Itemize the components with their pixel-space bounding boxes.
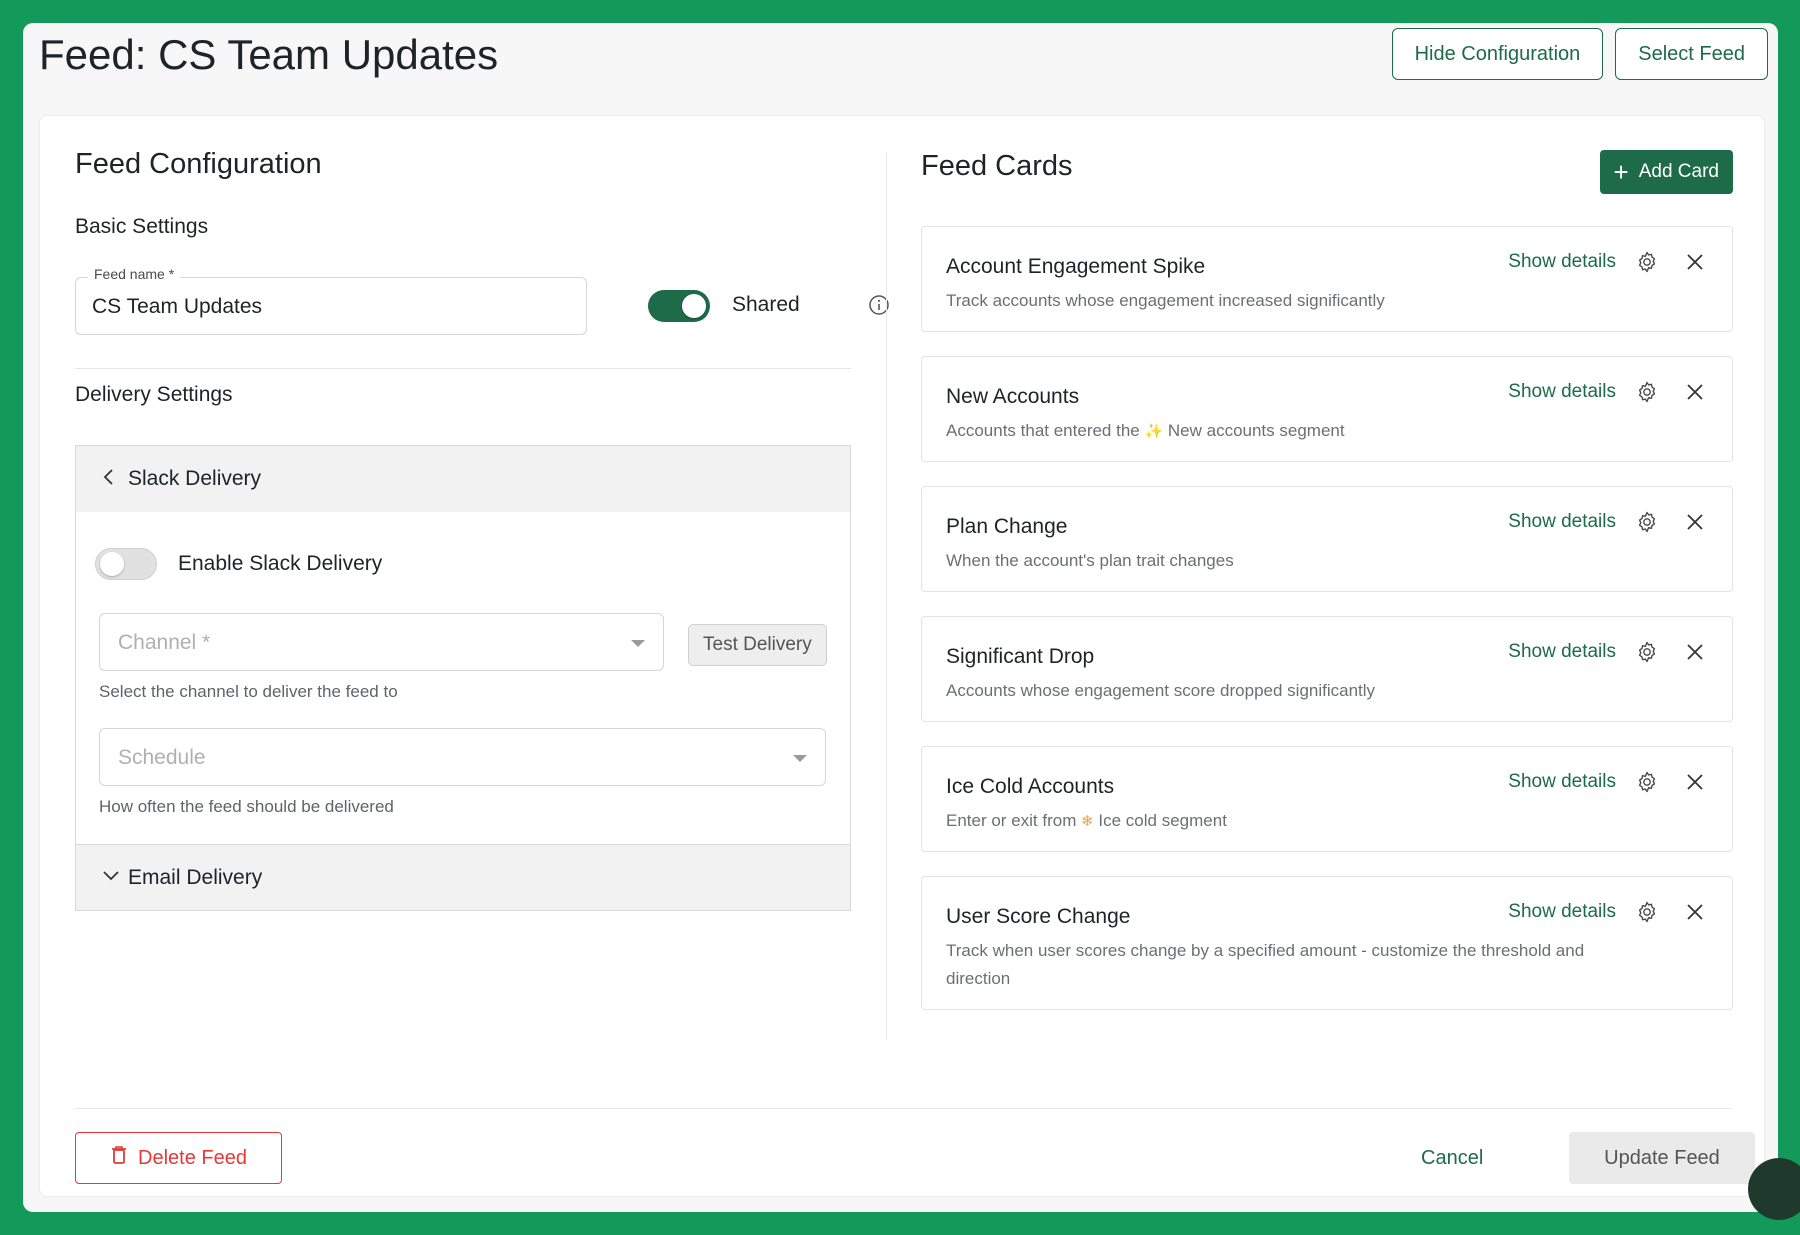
toggle-knob bbox=[100, 552, 124, 576]
feed-card: Ice Cold Accounts Enter or exit from ❄ Ic… bbox=[921, 746, 1733, 852]
feed-card: Account Engagement Spike Track accounts w… bbox=[921, 226, 1733, 332]
delete-feed-button[interactable]: Delete Feed bbox=[75, 1132, 282, 1184]
segment-icon: ✨ bbox=[1144, 423, 1164, 440]
show-details-link[interactable]: Show details bbox=[1508, 901, 1616, 923]
description-text: Accounts that entered the bbox=[946, 421, 1145, 440]
channel-helper-text: Select the channel to deliver the feed t… bbox=[99, 682, 398, 701]
feed-card-actions: Show details bbox=[1508, 375, 1712, 409]
feed-name-input[interactable]: CS Team Updates bbox=[92, 295, 262, 319]
feed-card-title: Account Engagement Spike bbox=[946, 255, 1206, 278]
email-delivery-title: Email Delivery bbox=[128, 865, 263, 889]
column-divider bbox=[886, 152, 887, 1040]
delivery-accordion: Slack Delivery Enable Slack Delivery Cha… bbox=[75, 445, 851, 911]
toggle-knob bbox=[682, 294, 706, 318]
channel-placeholder: Channel * bbox=[118, 631, 211, 654]
show-details-link[interactable]: Show details bbox=[1508, 641, 1616, 663]
feed-card: Plan Change When the account's plan trait… bbox=[921, 486, 1733, 592]
gear-icon[interactable] bbox=[1630, 635, 1664, 669]
slack-delivery-header[interactable]: Slack Delivery bbox=[76, 446, 850, 512]
update-feed-button[interactable]: Update Feed bbox=[1569, 1132, 1755, 1184]
gear-icon[interactable] bbox=[1630, 765, 1664, 799]
schedule-placeholder: Schedule bbox=[118, 746, 206, 769]
feed-card-description: Accounts whose engagement score dropped … bbox=[946, 681, 1376, 700]
email-delivery-header[interactable]: Email Delivery bbox=[76, 844, 850, 910]
feed-card-title: Significant Drop bbox=[946, 645, 1095, 668]
basic-settings-heading: Basic Settings bbox=[75, 215, 209, 238]
schedule-helper-text: How often the feed should be delivered bbox=[99, 797, 394, 816]
show-details-link[interactable]: Show details bbox=[1508, 511, 1616, 533]
description-text: New accounts segment bbox=[1163, 421, 1345, 440]
add-card-label: Add Card bbox=[1638, 161, 1719, 182]
close-icon[interactable] bbox=[1678, 895, 1712, 929]
feed-name-field[interactable]: Feed name * CS Team Updates bbox=[75, 266, 587, 335]
footer-divider bbox=[75, 1108, 1731, 1109]
feed-card-description: When the account's plan trait changes bbox=[946, 551, 1234, 570]
show-details-link[interactable]: Show details bbox=[1508, 251, 1616, 273]
slack-delivery-title: Slack Delivery bbox=[128, 467, 262, 490]
close-icon[interactable] bbox=[1678, 245, 1712, 279]
shared-label: Shared bbox=[732, 293, 800, 316]
feed-card-actions: Show details bbox=[1508, 895, 1712, 929]
feed-card-title: User Score Change bbox=[946, 905, 1131, 928]
show-details-link[interactable]: Show details bbox=[1508, 381, 1616, 403]
feed-card: New Accounts Accounts that entered the ✨ … bbox=[921, 356, 1733, 462]
description-text: Ice cold segment bbox=[1093, 811, 1227, 830]
feed-card-actions: Show details bbox=[1508, 765, 1712, 799]
test-delivery-button[interactable]: Test Delivery bbox=[688, 624, 827, 666]
trash-icon bbox=[110, 1145, 128, 1171]
feed-card-title: Ice Cold Accounts bbox=[946, 775, 1115, 798]
feed-card-actions: Show details bbox=[1508, 245, 1712, 279]
feed-card-description: Track accounts whose engagement increase… bbox=[946, 291, 1385, 310]
add-card-button[interactable]: + Add Card bbox=[1599, 150, 1733, 194]
delivery-settings-heading: Delivery Settings bbox=[75, 383, 233, 406]
close-icon[interactable] bbox=[1678, 635, 1712, 669]
gear-icon[interactable] bbox=[1630, 375, 1664, 409]
close-icon[interactable] bbox=[1678, 375, 1712, 409]
chevron-down-icon bbox=[102, 867, 128, 888]
caret-down-icon bbox=[793, 755, 807, 762]
feed-card: Significant Drop Accounts whose engagemen… bbox=[921, 616, 1733, 722]
channel-select[interactable]: Channel * bbox=[99, 613, 664, 671]
feed-editor-panel: Feed Configuration Basic Settings Feed n… bbox=[39, 115, 1765, 1197]
hide-configuration-button[interactable]: Hide Configuration bbox=[1391, 28, 1604, 80]
plus-icon: + bbox=[1613, 157, 1629, 187]
feed-card-description: Enter or exit from ❄ Ice cold segment bbox=[946, 807, 1626, 836]
chevron-left-icon bbox=[102, 468, 128, 491]
segment-icon: ❄ bbox=[1081, 813, 1094, 830]
feed-card-actions: Show details bbox=[1508, 505, 1712, 539]
schedule-select[interactable]: Schedule bbox=[99, 728, 826, 786]
delete-feed-label: Delete Feed bbox=[138, 1146, 247, 1169]
close-icon[interactable] bbox=[1678, 765, 1712, 799]
feed-card-title: Plan Change bbox=[946, 515, 1068, 538]
close-icon[interactable] bbox=[1678, 505, 1712, 539]
feed-card-actions: Show details bbox=[1508, 635, 1712, 669]
gear-icon[interactable] bbox=[1630, 895, 1664, 929]
caret-down-icon bbox=[631, 640, 645, 647]
feed-card-title: New Accounts bbox=[946, 385, 1080, 408]
cancel-button[interactable]: Cancel bbox=[1407, 1132, 1497, 1184]
feed-cards-title: Feed Cards bbox=[921, 150, 1073, 182]
feed-card: User Score Change Track when user scores … bbox=[921, 876, 1733, 1010]
feed-configuration-title: Feed Configuration bbox=[75, 148, 322, 180]
enable-slack-label: Enable Slack Delivery bbox=[178, 552, 383, 575]
section-divider bbox=[75, 368, 851, 369]
gear-icon[interactable] bbox=[1630, 245, 1664, 279]
enable-slack-toggle[interactable] bbox=[95, 548, 157, 580]
select-feed-button[interactable]: Select Feed bbox=[1615, 28, 1768, 80]
page-title: Feed: CS Team Updates bbox=[39, 31, 499, 78]
feed-name-label: Feed name * bbox=[88, 266, 181, 282]
show-details-link[interactable]: Show details bbox=[1508, 771, 1616, 793]
description-text: Enter or exit from bbox=[946, 811, 1082, 830]
feed-card-description: Accounts that entered the ✨ New accounts… bbox=[946, 417, 1626, 446]
shared-toggle[interactable] bbox=[648, 290, 710, 322]
feed-card-description: Track when user scores change by a speci… bbox=[946, 941, 1585, 988]
gear-icon[interactable] bbox=[1630, 505, 1664, 539]
app-window: Feed: CS Team Updates Hide Configuration… bbox=[23, 23, 1778, 1212]
top-actions: Hide Configuration Select Feed bbox=[1391, 28, 1768, 80]
